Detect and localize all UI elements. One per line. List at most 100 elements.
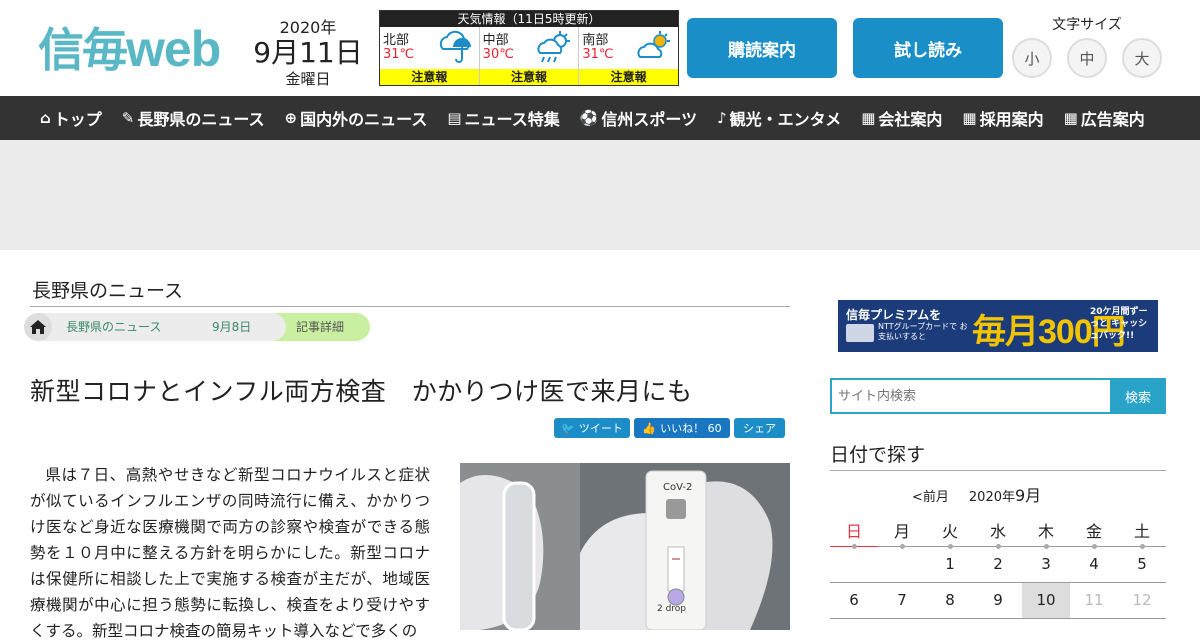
weekday-header: 日 [830,514,878,549]
weather-warning: 注意報 [479,69,579,85]
sun-cloud-rain-icon [537,31,571,63]
search-input[interactable] [830,378,1110,414]
weekday-header: 火 [926,514,974,549]
font-size-control: 文字サイズ 小 中 大 [1012,14,1162,78]
article-photo[interactable]: CoV-2 2 drop [460,463,790,630]
thumbs-up-icon: 👍 [642,421,657,435]
nav-item-company[interactable]: ▦ 会社案内 [861,106,942,130]
breadcrumb-item[interactable]: 長野県のニュース [38,313,202,341]
font-size-large-button[interactable]: 大 [1122,38,1162,78]
nav-label: 観光・エンタメ [729,110,842,129]
calendar-day[interactable]: 4 [1070,546,1118,583]
nav-item-nagano-news[interactable]: ✎ 長野県のニュース [122,106,265,130]
tweet-button[interactable]: 🐦 ツイート [554,418,630,438]
weekday-header: 土 [1118,514,1166,549]
font-size-small-button[interactable]: 小 [1012,38,1052,78]
nav-item-features[interactable]: ▤ ニュース特集 [447,106,559,130]
weekday-header: 月 [878,514,926,549]
globe-icon: ⊕ [284,109,298,127]
nav-item-top[interactable]: ⌂ トップ [40,106,102,130]
calendar-day-today[interactable]: 10 [1022,582,1070,619]
test-kit-photo: CoV-2 2 drop [460,463,790,630]
section-title: 長野県のニュース [32,280,184,302]
breadcrumb-home[interactable] [24,313,52,341]
nav-label: ニュース特集 [464,110,560,129]
search-button[interactable]: 検索 [1110,378,1166,414]
subscribe-button[interactable]: 購読案内 [687,18,837,78]
promo-line3: 20ケ月間ずーっと キャッシュバック!! [1090,307,1148,341]
today-date: 2020年 9月11日 金曜日 [252,14,364,89]
building-icon: ▦ [1063,109,1078,127]
nav-label: 信州スポーツ [601,110,698,129]
credit-card-icon [846,324,874,342]
nav-label: 広告案内 [1080,110,1145,129]
calendar-day[interactable]: 2 [974,546,1022,583]
nav-label: トップ [53,110,102,129]
nav-item-entertainment[interactable]: ♪ 観光・エンタメ [717,106,841,130]
calendar-divider [830,470,1166,471]
weather-temp: 31℃ [383,47,415,62]
weather-warning: 注意報 [380,69,479,85]
sun-cloud-icon [637,31,671,58]
tweet-label: ツイート [578,422,623,435]
weather-south[interactable]: 南部 31℃ 注意報 [579,27,679,85]
document-icon: ▤ [447,109,462,127]
weather-title: 天気情報（11日5時更新） [380,11,678,27]
weather-widget[interactable]: 天気情報（11日5時更新） 北部 31℃ 注意報 中部 30℃ 注意報 南部 3… [379,10,679,86]
weather-temp: 30℃ [482,47,514,62]
nav-item-recruit[interactable]: ▦ 採用案内 [962,106,1043,130]
main-nav: ⌂ トップ ✎ 長野県のニュース ⊕ 国内外のニュース ▤ ニュース特集 ⚽ 信州スポーツ… [0,96,1200,140]
weather-central[interactable]: 中部 30℃ 注意報 [479,27,580,85]
nav-item-ads[interactable]: ▦ 広告案内 [1064,106,1145,130]
nav-label: 国内外のニュース [300,110,428,129]
calendar-nav: <前月 2020年9月 [912,482,1041,506]
breadcrumb-current: 記事詳細 [272,313,370,341]
calendar-year-month: 2020年9月 [969,482,1041,506]
calendar-day: 11 [1070,582,1118,619]
building-icon: ▦ [861,109,876,127]
trial-read-button[interactable]: 試し読み [853,18,1003,78]
site-header: 信毎 web 2020年 9月11日 金曜日 天気情報（11日5時更新） 北部 … [0,0,1200,96]
calendar-month: 9月 [1015,486,1042,505]
logo-web: web [126,21,221,77]
calendar-day[interactable]: 5 [1118,546,1166,583]
calendar-day[interactable]: 6 [830,582,878,619]
test-kit-brand: CoV-2 [663,482,692,493]
sports-icon: ⚽ [579,109,599,127]
home-icon [30,320,46,334]
calendar-day: 12 [1118,582,1166,619]
share-button[interactable]: シェア [734,418,785,438]
calendar-day[interactable]: 9 [974,582,1022,619]
weather-warning: 注意報 [579,69,679,85]
prev-month-link[interactable]: <前月 [912,486,949,505]
nav-item-sports[interactable]: ⚽ 信州スポーツ [580,106,697,130]
nav-label: 長野県のニュース [137,110,265,129]
logo-kanji: 信毎 [38,23,128,77]
font-size-medium-button[interactable]: 中 [1067,38,1107,78]
calendar-year: 2020年 [968,490,1015,505]
premium-promo-banner[interactable]: 信毎プレミアムを NTTグループカードで お支払いすると 毎月300円 20ケ月… [838,300,1158,352]
article-headline: 新型コロナとインフル両方検査 かかりつけ医で来月にも [30,377,693,406]
calendar-table: 日 月 火 水 木 金 土 1 2 3 4 5 6 7 8 9 10 11 12 [830,514,1166,619]
weather-region: 南部 [582,33,609,48]
calendar-day[interactable]: 3 [1022,546,1070,583]
guitar-icon: ♪ [717,109,727,127]
nav-label: 会社案内 [878,110,943,129]
promo-line1: 信毎プレミアムを [846,308,942,322]
site-logo[interactable]: 信毎 web [38,14,221,77]
section-divider [30,306,790,307]
calendar-day[interactable]: 1 [926,546,974,583]
article-body: 県は７日、高熱やせきなど新型コロナウイルスと症状が似ているインフルエンザの同時流… [30,466,430,640]
like-button[interactable]: 👍 いいね！ 60 [634,418,730,438]
date-weekday: 金曜日 [285,70,331,88]
breadcrumb-item[interactable]: 9月8日 [188,313,286,341]
font-size-label: 文字サイズ [1052,17,1122,33]
nav-item-world-news[interactable]: ⊕ 国内外のニュース [285,106,428,130]
test-kit-drop: 2 drop [657,604,686,614]
calendar-day[interactable]: 7 [878,582,926,619]
weather-north[interactable]: 北部 31℃ 注意報 [380,27,480,85]
calendar-day[interactable]: 8 [926,582,974,619]
weekday-header: 金 [1070,514,1118,549]
brush-icon: ✎ [121,109,135,127]
twitter-icon: 🐦 [561,421,575,435]
